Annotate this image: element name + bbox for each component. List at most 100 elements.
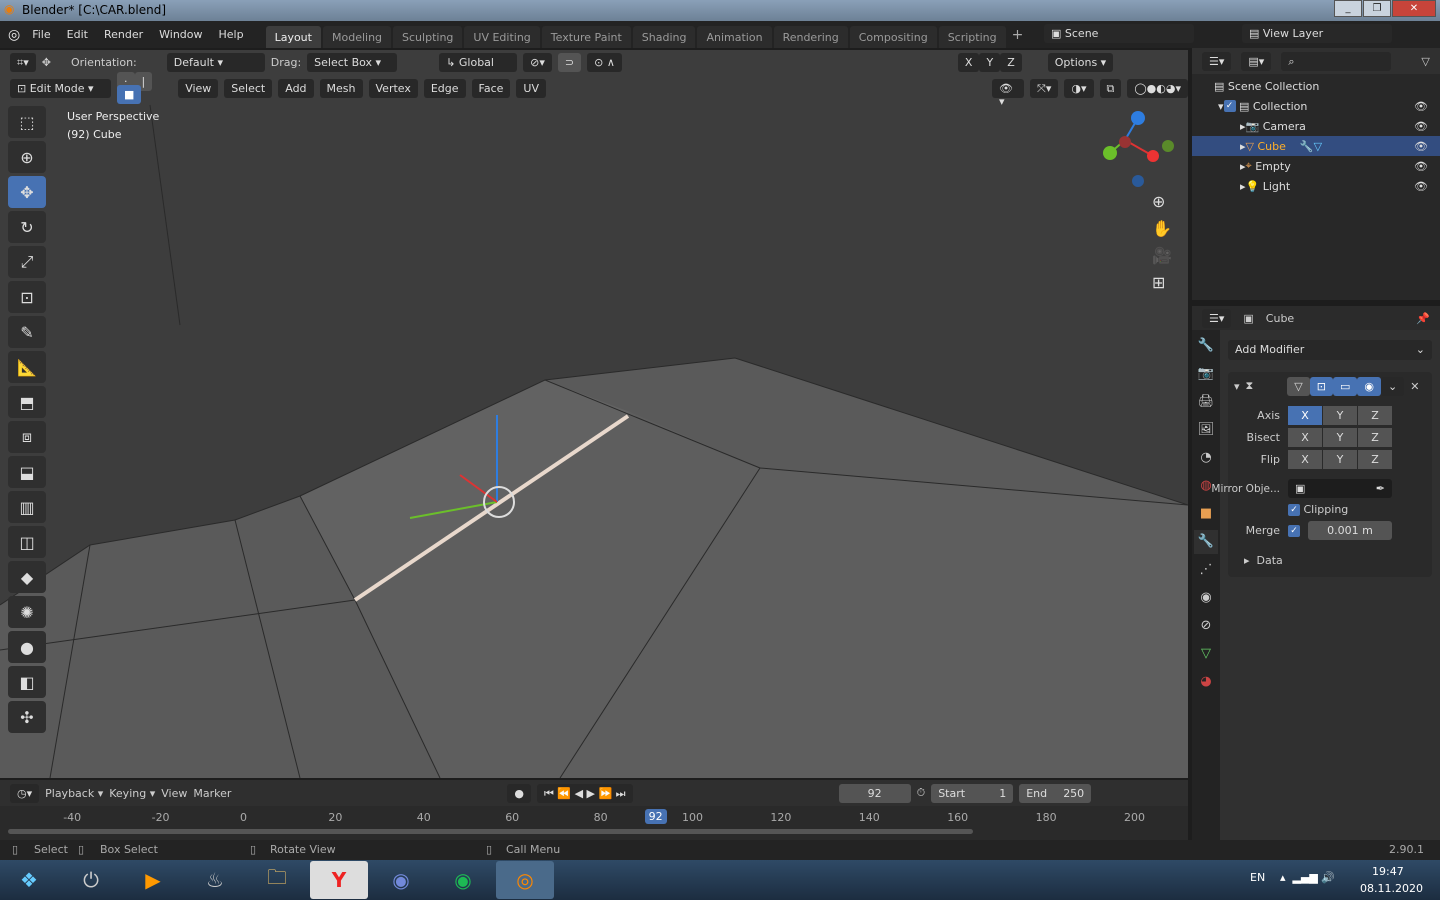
tab-uv-editing[interactable]: UV Editing bbox=[464, 26, 540, 48]
snap-magnet-icon[interactable]: ⊃ bbox=[557, 52, 582, 72]
proportional-edit-icon[interactable]: ⊙ ∧ bbox=[587, 52, 622, 72]
close-window-button[interactable]: ✕ bbox=[1392, 0, 1436, 17]
physics-tab-icon[interactable]: ◉ bbox=[1194, 586, 1218, 610]
bevel-tool-icon[interactable]: ⬓ bbox=[8, 456, 46, 488]
outliner-search-input[interactable]: ⌕ bbox=[1281, 51, 1392, 71]
editor-type-icon[interactable]: ◷▾ bbox=[10, 783, 40, 803]
filter-icon[interactable]: ▽ bbox=[1421, 55, 1429, 68]
end-frame-field[interactable]: End 250 bbox=[1019, 783, 1092, 803]
flip-x-toggle[interactable]: X bbox=[1288, 450, 1322, 469]
navigation-gizmo[interactable] bbox=[1103, 111, 1174, 187]
edit-mode-toggle-icon[interactable]: ▽ bbox=[1287, 376, 1310, 396]
overlays-icon[interactable]: ◑▾ bbox=[1064, 78, 1094, 98]
bisect-x-toggle[interactable]: X bbox=[1288, 428, 1322, 447]
menu-uv[interactable]: UV bbox=[516, 78, 546, 98]
add-modifier-dropdown[interactable]: Add Modifier ⌄ bbox=[1228, 340, 1432, 360]
pin-icon[interactable]: 📌 bbox=[1416, 312, 1430, 325]
outliner-item-light[interactable]: ▸ 💡 Light 👁 bbox=[1192, 176, 1440, 196]
collapse-arrow-icon[interactable]: ▾ bbox=[1234, 380, 1240, 393]
menu-edit[interactable]: Edit bbox=[59, 28, 96, 41]
language-indicator[interactable]: EN bbox=[1250, 871, 1265, 884]
menu-render[interactable]: Render bbox=[96, 28, 151, 41]
file-explorer-icon[interactable]: 🗀 bbox=[248, 861, 306, 899]
editor-type-icon[interactable]: ☰▾ bbox=[1202, 308, 1232, 328]
tray-icons[interactable]: ▴ ▂▄▆ 🔊 bbox=[1280, 871, 1335, 884]
clock-time[interactable]: 19:47 bbox=[1372, 865, 1404, 878]
tab-compositing[interactable]: Compositing bbox=[849, 26, 937, 48]
merge-checkbox[interactable]: ✓ bbox=[1288, 524, 1300, 537]
transform-orientation-dropdown[interactable]: ↳ Global bbox=[439, 52, 518, 72]
tab-rendering[interactable]: Rendering bbox=[773, 26, 848, 48]
start-button-icon[interactable]: ❖ bbox=[0, 861, 58, 899]
mode-dropdown[interactable]: ⊡ Edit Mode ▾ bbox=[10, 78, 111, 98]
scale-tool-icon[interactable]: ⤢ bbox=[8, 246, 46, 278]
modifier-menu-icon[interactable]: ⌄ bbox=[1380, 376, 1405, 396]
inset-tool-icon[interactable]: ⧈ bbox=[8, 421, 46, 453]
viewport-toggle-icon[interactable]: ▭ bbox=[1332, 376, 1358, 396]
eye-icon[interactable]: 👁 bbox=[1414, 120, 1428, 133]
gizmo-toggle-icon[interactable]: ⤧▾ bbox=[1030, 78, 1059, 98]
orientation-dropdown[interactable]: Default ▾ bbox=[166, 52, 265, 72]
merge-distance-field[interactable]: 0.001 m bbox=[1308, 521, 1392, 540]
menu-mesh[interactable]: Mesh bbox=[319, 78, 363, 98]
face-select-icon[interactable]: ■ bbox=[117, 85, 142, 104]
record-button[interactable]: ● bbox=[507, 783, 531, 803]
steam-icon[interactable]: ♨ bbox=[186, 861, 244, 899]
tab-scripting[interactable]: Scripting bbox=[938, 26, 1006, 48]
remove-modifier-icon[interactable]: ✕ bbox=[1410, 380, 1419, 393]
flip-y-toggle[interactable]: Y bbox=[1323, 450, 1357, 469]
view-menu[interactable]: View bbox=[161, 787, 187, 800]
outliner-item-cube[interactable]: ▸ ▽ Cube 🔧▽ 👁 bbox=[1192, 136, 1440, 156]
measure-tool-icon[interactable]: 📐 bbox=[8, 351, 46, 383]
marker-menu[interactable]: Marker bbox=[193, 787, 231, 800]
minimize-button[interactable]: _ bbox=[1334, 0, 1362, 17]
material-tab-icon[interactable]: ◕ bbox=[1194, 670, 1218, 694]
blender-menu-icon[interactable]: ◎ bbox=[8, 27, 20, 43]
render-toggle-icon[interactable]: ◉ bbox=[1357, 376, 1381, 396]
timeline-scrollbar[interactable] bbox=[8, 829, 973, 834]
blender-taskbar-icon[interactable]: ◎ bbox=[496, 861, 554, 899]
start-frame-field[interactable]: Start 1 bbox=[931, 783, 1014, 803]
drag-dropdown[interactable]: Select Box ▾ bbox=[307, 52, 398, 72]
transform-tool-icon[interactable]: ⊡ bbox=[8, 281, 46, 313]
annotate-tool-icon[interactable]: ✎ bbox=[8, 316, 46, 348]
collection-checkbox[interactable]: ✓ bbox=[1223, 100, 1236, 112]
playhead[interactable]: 92 bbox=[644, 809, 667, 824]
axis-x-toggle[interactable]: X bbox=[1288, 406, 1322, 425]
shading-modes-icon[interactable]: ◯●◐◕▾ bbox=[1127, 78, 1188, 98]
snap-tool-icon[interactable]: ⌗▾ bbox=[10, 52, 36, 72]
app-power-icon[interactable]: ⏻ bbox=[62, 861, 120, 899]
menu-file[interactable]: File bbox=[24, 28, 58, 41]
eye-icon[interactable]: 👁 bbox=[1414, 160, 1428, 173]
xray-icon[interactable]: ⧉ bbox=[1099, 78, 1122, 98]
particles-tab-icon[interactable]: ⋰ bbox=[1194, 558, 1218, 582]
extrude-tool-icon[interactable]: ⬒ bbox=[8, 386, 46, 418]
menu-help[interactable]: Help bbox=[211, 28, 252, 41]
tab-layout[interactable]: Layout bbox=[265, 26, 321, 48]
bisect-z-toggle[interactable]: Z bbox=[1358, 428, 1392, 447]
playback-menu[interactable]: Playback ▾ bbox=[45, 787, 103, 800]
discord-icon[interactable]: ◉ bbox=[372, 861, 430, 899]
3d-viewport[interactable]: User Perspective (92) Cube ⊕ ✋ 🎥 ⊞ bbox=[0, 50, 1188, 778]
data-subpanel[interactable]: ▸ Data bbox=[1244, 554, 1426, 567]
zoom-icon[interactable]: ⊕ bbox=[1152, 192, 1172, 211]
tab-shading[interactable]: Shading bbox=[632, 26, 696, 48]
options-dropdown[interactable]: Options ▾ bbox=[1047, 52, 1114, 72]
current-frame-field[interactable]: 92 bbox=[838, 783, 911, 803]
poly-build-tool-icon[interactable]: ◆ bbox=[8, 561, 46, 593]
add-workspace-icon[interactable]: + bbox=[1012, 27, 1024, 43]
collection-row[interactable]: ▾ ✓ ▤ Collection 👁 bbox=[1192, 96, 1440, 116]
eye-icon[interactable]: 👁 bbox=[1414, 180, 1428, 193]
menu-select[interactable]: Select bbox=[224, 78, 273, 98]
clipping-checkbox[interactable]: ✓ bbox=[1288, 503, 1300, 516]
eye-icon[interactable]: 👁 bbox=[1414, 140, 1428, 153]
ortho-grid-icon[interactable]: ⊞ bbox=[1152, 273, 1172, 292]
axis-y-toggle[interactable]: Y bbox=[1323, 406, 1357, 425]
menu-edge[interactable]: Edge bbox=[423, 78, 466, 98]
smooth-tool-icon[interactable]: ● bbox=[8, 631, 46, 663]
maximize-button[interactable]: ❐ bbox=[1363, 0, 1391, 17]
eyedropper-icon[interactable]: ✒ bbox=[1376, 482, 1385, 495]
pan-hand-icon[interactable]: ✋ bbox=[1152, 219, 1172, 238]
view-layer-selector[interactable]: ▤ View Layer bbox=[1242, 24, 1392, 43]
bisect-y-toggle[interactable]: Y bbox=[1323, 428, 1357, 447]
